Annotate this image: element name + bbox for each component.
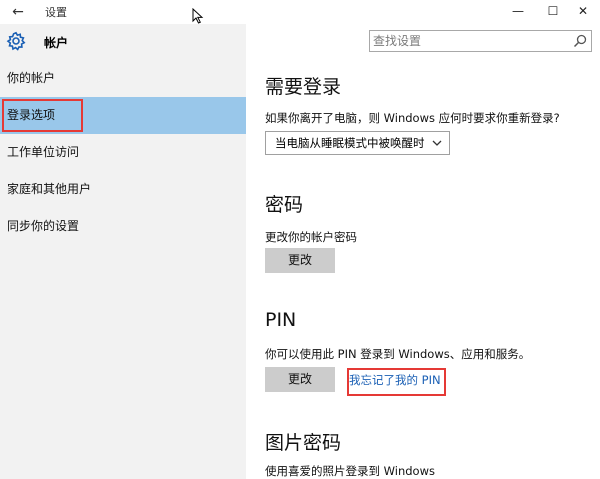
search-icon[interactable]: [572, 33, 588, 49]
close-icon: ✕: [577, 4, 589, 18]
pin-heading: PIN: [265, 309, 297, 331]
back-arrow-icon: ←: [12, 4, 24, 20]
dropdown-value: 当电脑从睡眠模式中被唤醒时: [275, 136, 425, 150]
sidebar-item-work-access[interactable]: 工作单位访问: [0, 134, 246, 171]
window-title: 设置: [45, 6, 67, 19]
sidebar-item-label: 家庭和其他用户: [7, 182, 92, 196]
pin-description: 你可以使用此 PIN 登录到 Windows、应用和服务。: [265, 347, 531, 361]
highlight-box-forgot-pin: [347, 368, 446, 396]
sidebar-item-label: 工作单位访问: [7, 145, 80, 159]
chevron-down-icon: [432, 140, 442, 146]
password-heading: 密码: [265, 194, 304, 216]
signin-required-dropdown[interactable]: 当电脑从睡眠模式中被唤醒时: [265, 131, 450, 155]
signin-required-description: 如果你离开了电脑，则 Windows 应何时要求你重新登录?: [265, 111, 560, 125]
search-box[interactable]: [369, 30, 592, 52]
search-input[interactable]: [373, 33, 563, 49]
gear-icon: [6, 31, 26, 51]
change-pin-button[interactable]: 更改: [265, 367, 335, 392]
sidebar-item-label: 你的帐户: [7, 71, 56, 85]
signin-required-heading: 需要登录: [265, 76, 342, 98]
change-password-button[interactable]: 更改: [265, 248, 335, 273]
sidebar-item-label: 同步你的设置: [7, 219, 80, 233]
mouse-cursor-icon: [192, 8, 204, 24]
sidebar-item-family-other-users[interactable]: 家庭和其他用户: [0, 171, 246, 208]
close-button[interactable]: ✕: [566, 0, 600, 24]
picture-password-heading: 图片密码: [265, 432, 342, 454]
sidebar-item-sync-settings[interactable]: 同步你的设置: [0, 208, 246, 245]
minimize-icon: —: [512, 4, 524, 18]
back-button[interactable]: ←: [8, 2, 28, 22]
maximize-icon: ☐: [547, 4, 559, 18]
sidebar-item-your-account[interactable]: 你的帐户: [0, 60, 246, 97]
page-title: 帐户: [44, 36, 69, 50]
picture-password-description: 使用喜爱的照片登录到 Windows: [265, 464, 435, 478]
highlight-box-signin-options: [2, 99, 83, 132]
password-description: 更改你的帐户密码: [265, 230, 357, 244]
